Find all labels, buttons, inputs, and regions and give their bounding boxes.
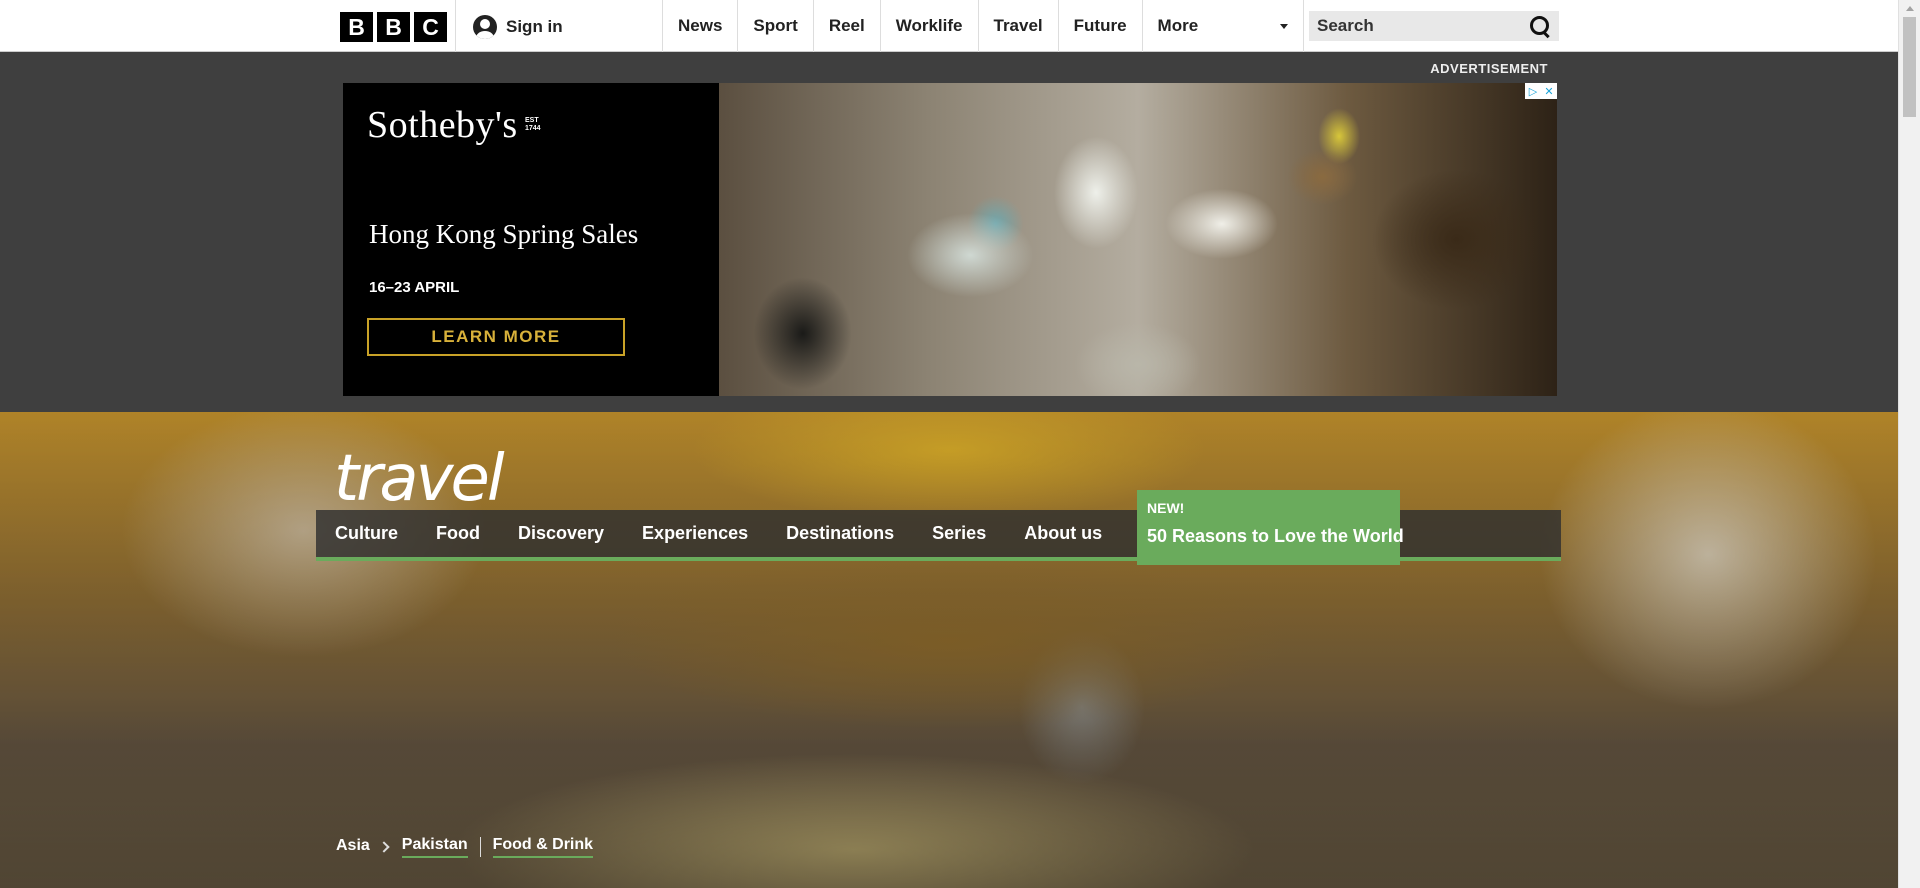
- breadcrumb: Asia Pakistan Food & Drink: [336, 836, 594, 858]
- nav-worklife[interactable]: Worklife: [879, 0, 978, 52]
- advert-headline: Hong Kong Spring Sales: [369, 219, 639, 249]
- chevron-right-icon: [378, 841, 390, 853]
- travel-nav-culture[interactable]: Culture: [316, 510, 417, 557]
- bbc-main-nav: News Sport Reel Worklife Travel Future M…: [662, 0, 1304, 52]
- advert-artwork-image: [719, 83, 1557, 396]
- nav-more-menu[interactable]: More: [1141, 0, 1304, 52]
- new-promo-link[interactable]: NEW! 50 Reasons to Love the World: [1137, 490, 1404, 565]
- nav-sport[interactable]: Sport: [737, 0, 812, 52]
- advert-dates: 16–23 APRIL: [369, 279, 460, 296]
- bbc-top-bar: B B C Sign in News Sport Reel Worklife T…: [0, 0, 1898, 52]
- travel-nav-food[interactable]: Food: [417, 510, 499, 557]
- bbc-logo-letter: B: [377, 12, 410, 42]
- hero-overlay: [0, 412, 1898, 888]
- advert-brand-est: EST 1744: [525, 117, 541, 132]
- nav-travel[interactable]: Travel: [977, 0, 1058, 52]
- close-ad-icon[interactable]: ✕: [1541, 83, 1557, 99]
- adchoices-icon[interactable]: ▷: [1525, 83, 1541, 99]
- travel-nav-about-us[interactable]: About us: [1005, 510, 1121, 557]
- advert-label: ADVERTISEMENT: [1430, 61, 1548, 76]
- new-badge: NEW!: [1147, 500, 1185, 516]
- bbc-logo-letter: B: [340, 12, 373, 42]
- bbc-logo[interactable]: B B C: [340, 12, 447, 42]
- travel-logo[interactable]: travel: [334, 442, 505, 516]
- sign-in-label: Sign in: [506, 17, 563, 36]
- scrollbar-thumb[interactable]: [1903, 17, 1916, 117]
- advert-creative[interactable]: Sotheby's EST 1744 Hong Kong Spring Sale…: [343, 83, 1557, 396]
- user-icon: [473, 15, 497, 39]
- page-scrollbar[interactable]: [1898, 0, 1920, 888]
- breadcrumb-food-drink[interactable]: Food & Drink: [492, 836, 594, 858]
- learn-more-button[interactable]: LEARN MORE: [367, 318, 625, 356]
- advert-brand: Sotheby's: [367, 104, 518, 146]
- nav-more-label: More: [1157, 16, 1199, 35]
- sign-in-link[interactable]: Sign in: [473, 14, 563, 40]
- caret-down-icon: [1279, 23, 1288, 29]
- search-icon[interactable]: [1529, 15, 1551, 37]
- travel-nav-experiences[interactable]: Experiences: [623, 510, 767, 557]
- breadcrumb-asia[interactable]: Asia: [336, 837, 370, 857]
- nav-news[interactable]: News: [662, 0, 737, 52]
- advert-band: ADVERTISEMENT Sotheby's EST 1744 Hong Ko…: [0, 52, 1898, 412]
- search-box: [1309, 11, 1559, 41]
- travel-nav-discovery[interactable]: Discovery: [499, 510, 623, 557]
- search-input[interactable]: [1317, 16, 1517, 36]
- breadcrumb-pakistan[interactable]: Pakistan: [401, 836, 468, 858]
- breadcrumb-divider: [479, 837, 481, 857]
- divider: [455, 0, 456, 52]
- bbc-logo-letter: C: [414, 12, 447, 42]
- travel-nav-series[interactable]: Series: [913, 510, 1005, 557]
- nav-future[interactable]: Future: [1057, 0, 1142, 52]
- hero-image: travel Culture Food Discovery Experience…: [0, 412, 1898, 888]
- scroll-up-arrow-icon[interactable]: [1906, 6, 1914, 11]
- adchoices: ▷ ✕: [1525, 83, 1557, 99]
- travel-nav-destinations[interactable]: Destinations: [767, 510, 913, 557]
- nav-reel[interactable]: Reel: [812, 0, 880, 52]
- promo-title: 50 Reasons to Love the World: [1147, 526, 1404, 546]
